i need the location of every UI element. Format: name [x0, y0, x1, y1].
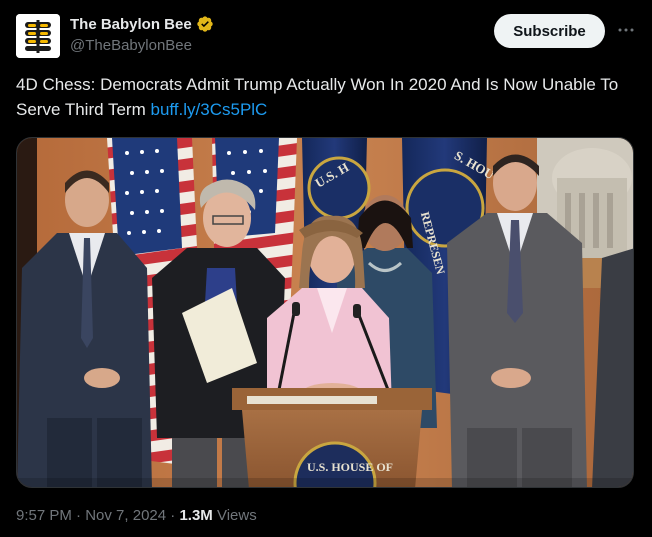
- meta-separator-2: ·: [170, 507, 176, 524]
- account-handle[interactable]: @TheBabylonBee: [70, 37, 214, 54]
- tweet-header: The Babylon Bee @TheBabylonBee Subscribe: [16, 14, 636, 58]
- display-name-row[interactable]: The Babylon Bee: [70, 14, 214, 34]
- more-options-button[interactable]: [616, 20, 636, 40]
- tweet-media-photo[interactable]: U.S. H S. HOU REPRESEN U.S. HOUSE OF: [16, 137, 634, 488]
- avatar[interactable]: [16, 14, 60, 58]
- podium-seal-text: U.S. HOUSE OF: [307, 460, 393, 474]
- tweet-time[interactable]: 9:57 PM: [16, 507, 72, 524]
- press-conference-photo: U.S. H S. HOU REPRESEN U.S. HOUSE OF: [17, 138, 633, 487]
- babylon-bee-logo-icon: [16, 14, 60, 58]
- views-label: Views: [216, 507, 257, 524]
- tweet-text: 4D Chess: Democrats Admit Trump Actually…: [16, 72, 636, 122]
- tweet-meta: 9:57 PM · Nov 7, 2024 · 1.3M Views: [16, 507, 257, 524]
- tweet-body: 4D Chess: Democrats Admit Trump Actually…: [16, 75, 619, 119]
- verified-badge-icon: [197, 16, 213, 32]
- meta-separator: ·: [76, 507, 82, 524]
- display-name[interactable]: The Babylon Bee: [70, 16, 192, 33]
- views-count: 1.3M: [179, 507, 213, 524]
- tweet-date[interactable]: Nov 7, 2024: [85, 507, 166, 524]
- account-names: The Babylon Bee @TheBabylonBee: [70, 14, 214, 54]
- tweet-link[interactable]: buff.ly/3Cs5PlC: [150, 100, 267, 119]
- subscribe-button[interactable]: Subscribe: [494, 14, 605, 48]
- podium: U.S. HOUSE OF: [232, 388, 432, 487]
- more-horizontal-icon: [618, 28, 634, 32]
